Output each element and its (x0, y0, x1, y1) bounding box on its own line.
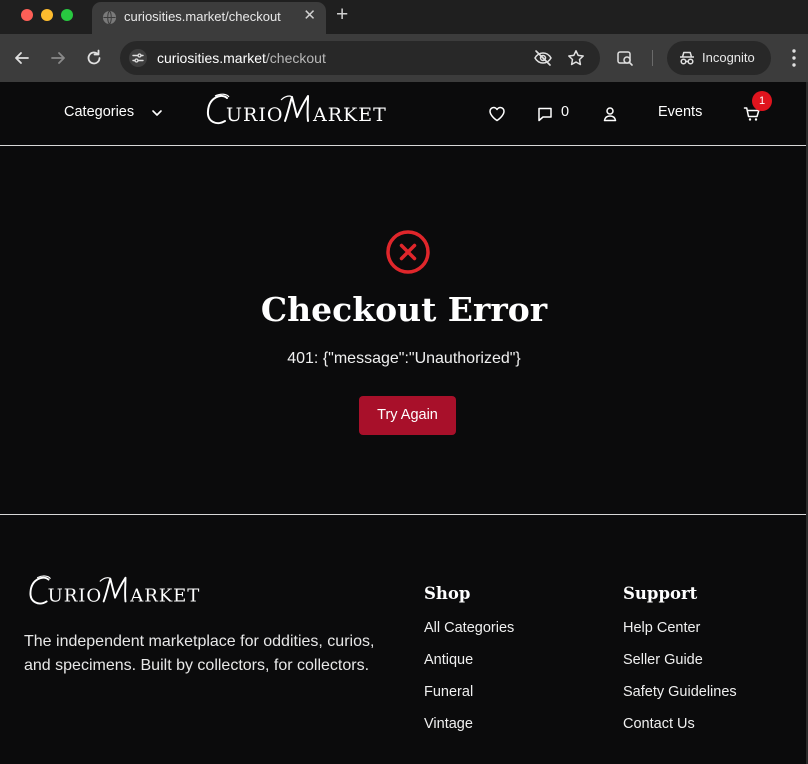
globe-icon (102, 10, 117, 25)
site-header: Categories URIO ARKET 0 Events 1 (0, 82, 808, 146)
browser-tab[interactable]: curiosities.market/checkout ✕ (92, 2, 326, 34)
user-icon[interactable] (601, 105, 619, 123)
reload-icon[interactable] (84, 48, 104, 68)
browser-menu-icon[interactable] (784, 46, 804, 70)
footer-link-vintage[interactable]: Vintage (424, 716, 514, 748)
footer-link-seller-guide[interactable]: Seller Guide (623, 652, 737, 684)
footer-link-all-categories[interactable]: All Categories (424, 620, 514, 652)
bookmark-star-icon[interactable] (566, 48, 586, 68)
footer-description: The independent marketplace for oddities… (24, 633, 375, 674)
heart-icon[interactable] (488, 105, 506, 123)
url-text[interactable]: curiosities.market/checkout (157, 50, 326, 66)
categories-menu-button[interactable]: Categories (64, 104, 134, 120)
footer-link-help-center[interactable]: Help Center (623, 620, 737, 652)
close-window-button[interactable] (21, 9, 33, 21)
browser-toolbar: curiosities.market/checkout Incognito (0, 34, 808, 82)
url-path: /checkout (265, 50, 326, 66)
browser-titlebar: curiosities.market/checkout ✕ + (0, 0, 808, 34)
message-icon[interactable] (536, 105, 554, 123)
zoom-window-button[interactable] (61, 9, 73, 21)
footer-link-safety-guidelines[interactable]: Safety Guidelines (623, 684, 737, 716)
incognito-label: Incognito (702, 50, 755, 65)
incognito-indicator[interactable]: Incognito (667, 41, 771, 75)
toolbar-divider (652, 50, 653, 66)
svg-text:ARKET: ARKET (129, 585, 200, 606)
back-arrow-icon[interactable] (12, 48, 32, 68)
footer-link-funeral[interactable]: Funeral (424, 684, 514, 716)
events-link[interactable]: Events (658, 104, 702, 120)
svg-text:URIO: URIO (48, 585, 102, 606)
footer-shop-column: Shop All Categories Antique Funeral Vint… (424, 584, 514, 748)
incognito-icon (680, 51, 694, 65)
footer-support-column: Support Help Center Seller Guide Safety … (623, 584, 737, 748)
tab-title: curiosities.market/checkout (124, 9, 281, 24)
site-logo[interactable]: URIO ARKET (205, 90, 391, 130)
address-bar[interactable]: curiosities.market/checkout (120, 41, 600, 75)
message-count[interactable]: 0 (561, 104, 569, 120)
google-lens-icon[interactable] (615, 48, 635, 68)
forward-arrow-icon[interactable] (48, 48, 68, 68)
url-host: curiosities.market (157, 50, 266, 66)
svg-text:URIO: URIO (226, 104, 283, 126)
eye-off-icon[interactable] (533, 48, 553, 68)
footer-link-antique[interactable]: Antique (424, 652, 514, 684)
error-x-circle-icon (386, 230, 430, 274)
new-tab-button[interactable]: + (336, 4, 348, 25)
checkout-error-section: Checkout Error 401: {"message":"Unauthor… (0, 147, 808, 515)
svg-text:ARKET: ARKET (312, 104, 387, 126)
try-again-button[interactable]: Try Again (359, 396, 456, 435)
error-message: 401: {"message":"Unauthorized"} (287, 350, 521, 367)
tab-close-icon[interactable]: ✕ (303, 8, 316, 23)
footer-link-contact-us[interactable]: Contact Us (623, 716, 737, 748)
chevron-down-icon[interactable] (150, 106, 164, 120)
site-settings-icon[interactable] (128, 48, 148, 68)
cart-count-badge: 1 (752, 91, 772, 111)
footer-shop-heading: Shop (424, 584, 471, 603)
site-footer: URIO ARKET The independent marketplace f… (0, 516, 808, 764)
footer-support-heading: Support (623, 584, 698, 603)
footer-logo[interactable]: URIO ARKET (23, 572, 209, 610)
minimize-window-button[interactable] (41, 9, 53, 21)
error-title: Checkout Error (260, 290, 548, 329)
